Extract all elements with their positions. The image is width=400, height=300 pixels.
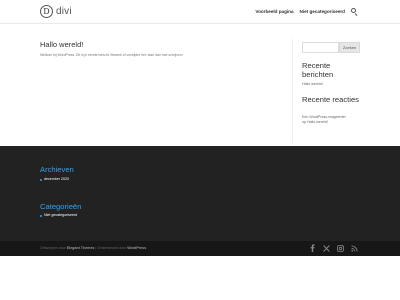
categories-title: Categorieën — [40, 202, 82, 211]
credits-middle: Ondersteund door — [97, 246, 127, 250]
logo-text: divi — [56, 6, 72, 17]
nav-item-voorbeeld-pagina[interactable]: Voorbeeld pagina — [255, 9, 293, 15]
page-bottom-spacer — [0, 256, 400, 300]
category-item-label: Niet gecategoriseerd — [44, 213, 78, 217]
footer-widgets: Archieven december 2020 Categorieën Niet… — [0, 146, 400, 241]
archive-item[interactable]: december 2020 — [40, 177, 69, 182]
footer-bottom-bar: Ontworpen door Elegant Themes | Onderste… — [0, 241, 400, 256]
recent-comment-post[interactable]: op Hallo wereld! — [302, 120, 328, 125]
sidebar-search-input[interactable] — [302, 42, 339, 53]
credits-prefix: Ontworpen door — [40, 246, 66, 250]
nav-item-niet-gecategoriseerd[interactable]: Niet gecategoriseerd — [300, 9, 345, 15]
site-header: D divi Voorbeeld pagina Niet gecategoris… — [0, 0, 400, 24]
archives-title: Archieven — [40, 165, 74, 174]
instagram-icon[interactable] — [336, 244, 344, 252]
footer-credits: Ontworpen door Elegant Themes | Onderste… — [40, 246, 146, 251]
x-icon[interactable] — [322, 244, 330, 252]
post-excerpt: Welkom bij WordPress. Dit is je eerste b… — [40, 53, 183, 57]
sidebar-divider — [292, 39, 293, 143]
recent-comments-title: Recente reacties — [302, 95, 359, 104]
category-item[interactable]: Niet gecategoriseerd — [40, 213, 77, 218]
recent-post-link[interactable]: Hallo wereld! — [302, 82, 323, 87]
credits-platform-link[interactable]: WordPress — [127, 246, 146, 250]
social-links — [302, 244, 358, 252]
facebook-icon[interactable] — [308, 244, 316, 252]
search-icon[interactable] — [351, 8, 358, 16]
sidebar-search-button[interactable]: Zoeken — [339, 42, 360, 53]
bullet-icon — [40, 178, 42, 181]
logo-mark: D — [40, 5, 53, 18]
credits-designer-link[interactable]: Elegant Themes — [67, 246, 95, 250]
site-logo[interactable]: D divi — [40, 5, 72, 18]
bullet-icon — [40, 214, 42, 217]
main-nav: Voorbeeld pagina Niet gecategoriseerd — [249, 8, 358, 16]
post-title[interactable]: Hallo wereld! — [40, 40, 83, 49]
recent-posts-title: Recente berichten — [302, 61, 334, 79]
rss-icon[interactable] — [350, 244, 358, 252]
main-content: Hallo wereld! Welkom bij WordPress. Dit … — [0, 25, 400, 146]
archive-item-label: december 2020 — [44, 177, 69, 181]
